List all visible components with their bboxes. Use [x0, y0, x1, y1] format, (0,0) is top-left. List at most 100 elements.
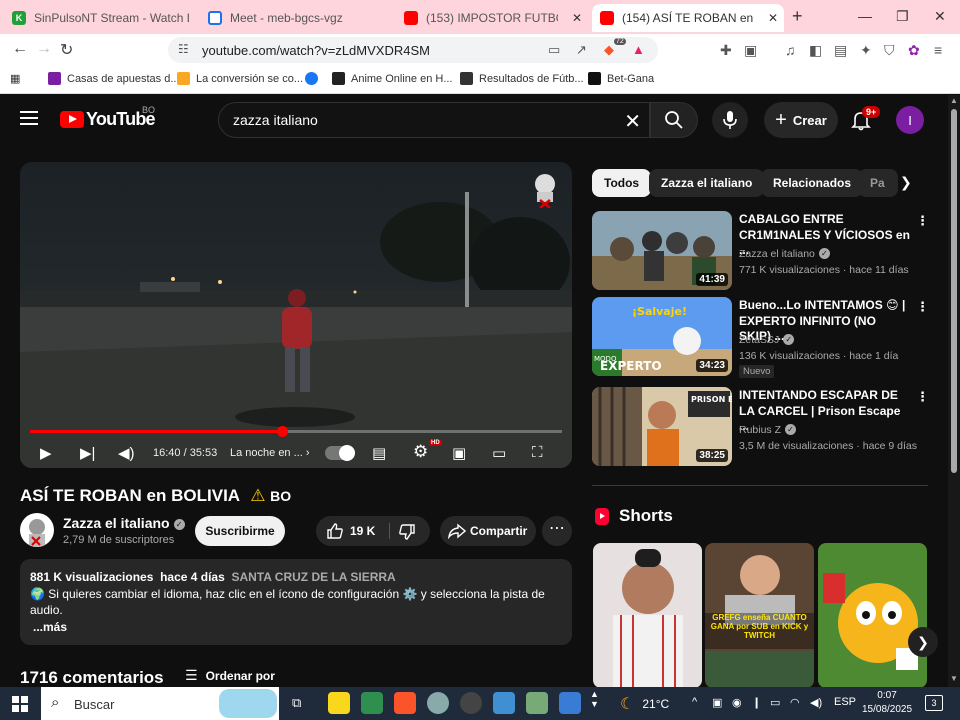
app-icon[interactable]	[460, 692, 482, 714]
more-vert-icon[interactable]: ⋮	[916, 389, 929, 405]
sort-comments-button[interactable]: ☰ Ordenar por	[185, 667, 275, 684]
app-icon[interactable]	[526, 692, 548, 714]
theater-mode-icon[interactable]: ▭	[492, 444, 506, 462]
thumbs-up-icon[interactable]	[326, 522, 344, 540]
language-indicator[interactable]: ESP	[834, 696, 856, 708]
video-thumbnail[interactable]: ¡Salvaje! EXPERTO MODO 34:23	[592, 297, 732, 376]
progress-bar[interactable]	[30, 426, 562, 437]
tray-app-icon[interactable]: ▣	[712, 696, 722, 709]
volume-icon[interactable]: ◀)	[118, 444, 135, 462]
voice-search-button[interactable]	[712, 102, 748, 138]
music-icon[interactable]: ♫	[785, 42, 796, 58]
chip-related[interactable]: Relacionados	[761, 169, 864, 197]
bookmark-anime[interactable]	[305, 72, 324, 85]
browser-tab-meet[interactable]: Meet - meb-bgcs-vgz	[200, 4, 396, 32]
short-item[interactable]	[593, 543, 702, 688]
brave-shield-icon[interactable]: ◆	[604, 42, 614, 58]
back-icon[interactable]: ←	[12, 40, 28, 58]
restore-icon[interactable]: ❐	[896, 8, 909, 25]
page-scrollbar[interactable]: ▲ ▼	[948, 95, 960, 687]
video-thumbnail[interactable]: PRISON ESCAPE 38:25	[592, 387, 732, 466]
more-vert-icon[interactable]: ⋮	[916, 213, 929, 229]
subscribe-button[interactable]: Suscribirme	[195, 516, 285, 546]
thumbs-down-icon[interactable]	[398, 523, 416, 541]
share-icon[interactable]: ↗	[576, 42, 587, 58]
search-button[interactable]	[650, 102, 698, 138]
vpn-icon[interactable]: ⛉	[884, 42, 895, 59]
short-item[interactable]: GREFG enseña CUÁNTO GANA por SUB en KICK…	[705, 543, 814, 688]
short-item[interactable]	[818, 543, 927, 688]
create-button[interactable]: + Crear	[764, 102, 838, 138]
description-box[interactable]: 881 K visualizaciones hace 4 días SANTA …	[20, 559, 572, 645]
browser-tab-kick[interactable]: K SinPulsoNT Stream - Watch Live on	[4, 4, 200, 32]
settings-gear-icon[interactable]: ⚙	[413, 442, 428, 462]
wifi-icon[interactable]: ◠	[790, 696, 800, 709]
account-avatar[interactable]: I	[896, 106, 924, 134]
profile-icon[interactable]: ✿	[908, 42, 920, 59]
channel-avatar[interactable]	[20, 513, 54, 547]
bookmark-betgana[interactable]: Bet-Gana	[588, 72, 654, 85]
close-window-icon[interactable]: ✕	[934, 8, 946, 25]
notification-center-icon[interactable]: 3	[925, 695, 943, 711]
site-info-icon[interactable]: ☷	[178, 42, 189, 56]
display-icon[interactable]: ▭	[770, 696, 780, 709]
recommendation-item[interactable]: PRISON ESCAPE 38:25 INTENTANDO ESCAPAR D…	[592, 387, 932, 467]
minimize-icon[interactable]: —	[858, 8, 872, 24]
more-vert-icon[interactable]: ⋮	[916, 299, 929, 315]
reload-icon[interactable]: ↻	[60, 40, 73, 60]
next-icon[interactable]: ▶|	[80, 444, 95, 462]
recommendation-channel[interactable]: Rubius Z ✓	[739, 424, 797, 436]
bookmark-casas[interactable]: Casas de apuestas d...	[48, 72, 180, 85]
youtube-logo[interactable]: YouTube BO	[60, 105, 156, 130]
calculator-icon[interactable]	[559, 692, 581, 714]
fullscreen-icon[interactable]: ⛶	[532, 444, 543, 461]
forward-icon[interactable]: →	[36, 40, 52, 58]
more-actions-icon[interactable]: ⋯	[542, 516, 572, 546]
brave-rewards-icon[interactable]: ▲	[632, 42, 645, 57]
chevron-right-icon[interactable]: ❯	[900, 174, 912, 191]
show-more-link[interactable]: ...más	[33, 619, 562, 636]
puzzle-icon[interactable]: ✚	[720, 42, 732, 59]
media-icon[interactable]: ▣	[744, 42, 757, 59]
subtitles-icon[interactable]: ▤	[372, 444, 386, 462]
address-bar[interactable]: ☷ youtube.com/watch?v=zLdMVXDR4SM ▭ ↗ ◆ …	[168, 37, 658, 63]
recommendation-channel[interactable]: ZetaSSJ ✓	[739, 334, 795, 346]
browser-tab-active[interactable]: (154) ASÍ TE ROBAN en BOLIVIA ✕	[592, 4, 784, 32]
bookmark-conversion[interactable]: La conversión se co...	[177, 72, 303, 85]
tray-chevron-icon[interactable]: ^	[692, 696, 697, 708]
video-player[interactable]: ▶ ▶| ◀) 16:40 / 35:53 La noche en ... › …	[20, 162, 572, 468]
chip-partial[interactable]: Pa	[858, 169, 898, 197]
volume-icon[interactable]: ◀)	[810, 696, 822, 709]
recommendation-item[interactable]: ¡Salvaje! EXPERTO MODO 34:23 Bueno...Lo …	[592, 297, 932, 378]
app-icon[interactable]	[427, 692, 449, 714]
brave-browser-icon[interactable]	[394, 692, 416, 714]
chevron-right-icon[interactable]: ❯	[908, 627, 938, 657]
hamburger-menu-icon[interactable]	[20, 111, 38, 125]
menu-icon[interactable]: ≡	[934, 42, 942, 58]
leo-icon[interactable]: ✦	[860, 42, 872, 59]
task-view-icon[interactable]: ⧉	[292, 695, 301, 711]
bookmark-anime-online[interactable]: Anime Online en H...	[332, 72, 453, 85]
taskbar-search-input[interactable]: ⌕ Buscar	[41, 687, 279, 720]
channel-watermark[interactable]	[532, 172, 558, 208]
recommendation-item[interactable]: 41:39 CABALGO ENTRE CR1M1NALES Y VÍCIOSO…	[592, 211, 932, 291]
app-icon[interactable]	[361, 692, 383, 714]
play-icon[interactable]: ▶	[40, 444, 52, 462]
location-link[interactable]: SANTA CRUZ DE LA SIERRA	[231, 570, 395, 584]
channel-name[interactable]: Zazza el italiano ✓	[63, 515, 185, 531]
video-thumbnail[interactable]: 41:39	[592, 211, 732, 290]
chapter-title[interactable]: La noche en ... ›	[230, 447, 310, 459]
close-icon[interactable]: ✕	[572, 11, 582, 25]
microphone-icon[interactable]: ❙	[752, 696, 761, 709]
sidebar-icon[interactable]: ◧	[809, 42, 822, 59]
overflow-chevron-icon[interactable]: ▲ ▼	[590, 689, 599, 709]
browser-tab-impostor[interactable]: (153) IMPOSTOR FUTBOLERO ✕	[396, 4, 588, 32]
chip-channel[interactable]: Zazza el italiano	[649, 169, 765, 197]
scroll-up-icon[interactable]: ▲	[950, 96, 958, 105]
sticky-notes-icon[interactable]	[328, 692, 350, 714]
wallet-icon[interactable]: ▤	[834, 42, 847, 59]
windows-start-icon[interactable]	[12, 696, 28, 712]
search-input[interactable]: zazza italiano ✕	[218, 102, 650, 138]
app-icon[interactable]	[493, 692, 515, 714]
clear-search-icon[interactable]: ✕	[624, 109, 641, 134]
